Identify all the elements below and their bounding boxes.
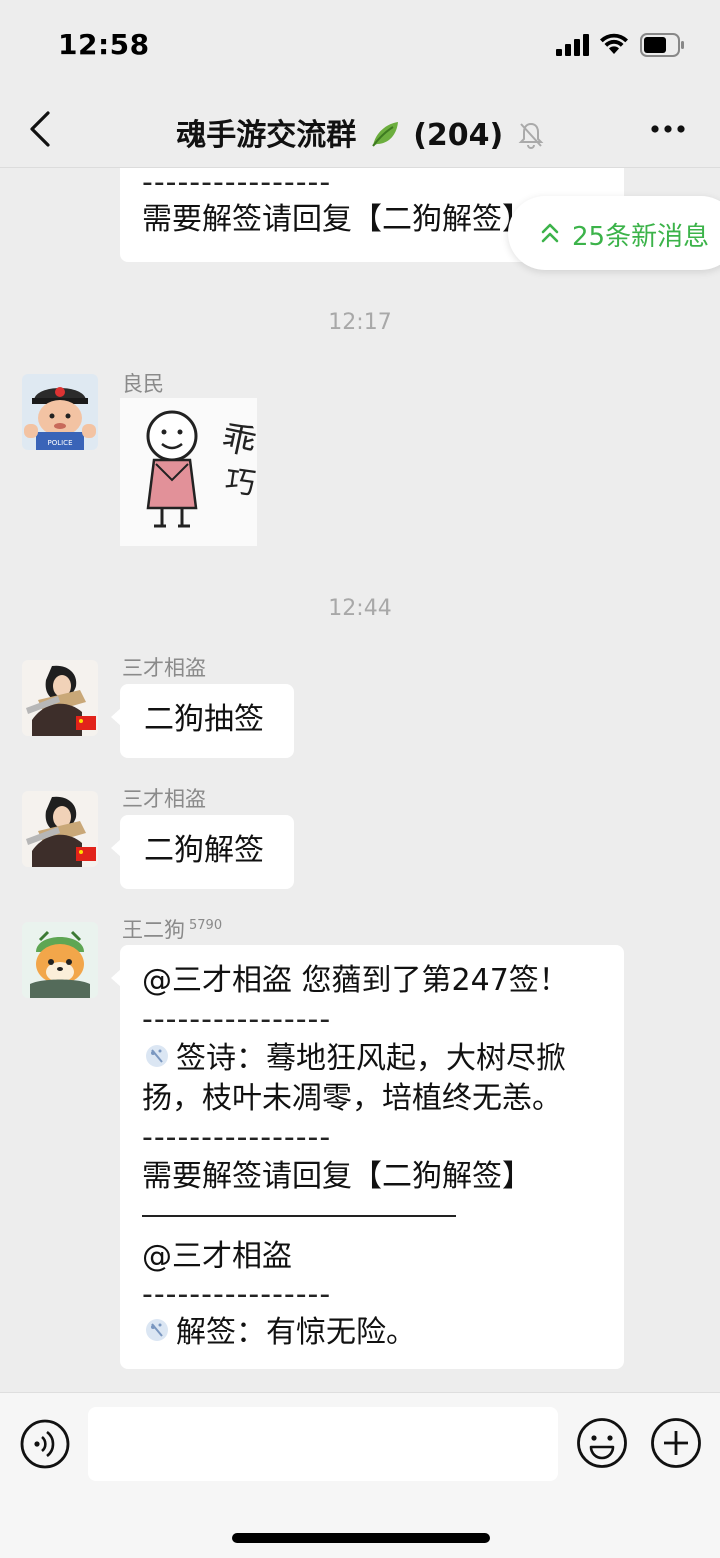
poem-line-1: 签诗：蓦地狂风起，大树尽掀 [142,1039,602,1079]
sender-name: 三才相盗 [122,656,206,680]
message-input[interactable] [88,1407,558,1481]
wifi-icon [600,33,628,54]
reply-hint: 需要解签请回复【二狗解签】 [142,1159,532,1194]
message-text: 二狗解签 [144,833,264,868]
police-avatar-icon: POLICE [22,374,98,450]
divider-line [142,1215,456,1217]
avatar[interactable]: POLICE [22,374,98,450]
message-list[interactable]: ---------------- 需要解签请回复【二狗解签】 12:17 POL… [0,168,720,1392]
timestamp: 12:17 [328,310,392,335]
member-count: (204) [413,118,504,153]
sticker-message[interactable]: 乖 巧 [120,398,260,546]
warrior-avatar-icon [22,660,98,736]
divider-text: ---------------- [142,1277,332,1312]
voice-icon[interactable] [20,1419,70,1469]
smiling-girl-sticker-icon: 乖 巧 [120,398,260,546]
shiba-dog-avatar-icon [22,922,98,998]
sender-name-text: 王二狗 [122,918,185,942]
input-bar [0,1392,720,1558]
message-bubble[interactable]: 二狗解签 [111,815,294,889]
group-name: 魂手游交流群 [176,118,357,153]
poem-text-1: 签诗：蓦地狂风起，大树尽掀 [176,1041,566,1076]
avatar[interactable] [22,922,98,998]
warrior-avatar-icon [22,791,98,867]
mention-line: @三才相盗 您蕕到了第247签！ [142,963,569,998]
interpretation-text: 解签：有惊无险。 [176,1315,416,1350]
new-messages-button[interactable]: 25条新消息 [508,196,720,270]
poem-text-2: 扬，枝叶未凋零，培植终无恙。 [142,1081,562,1116]
bubble-arrow [111,969,121,987]
chat-screen: 12:58 魂手游交流群 (204) ---------------- 需要解签… [0,0,720,1558]
avatar[interactable] [22,660,98,736]
emoji-icon[interactable] [576,1417,628,1469]
avatar[interactable] [22,791,98,867]
mention-text: @三才相盗 [142,1239,292,1274]
mute-bell-icon [518,122,544,149]
sender-name: 良民 [122,372,164,396]
sticker-caption-char-2: 巧 [223,463,257,502]
divider-text: ---------------- [142,168,332,200]
leaf-icon [371,122,398,147]
fortune-stick-icon [146,1319,168,1341]
chat-title[interactable]: 魂手游交流群 (204) [0,110,720,154]
more-icon[interactable] [650,124,686,134]
signal-icon [556,34,589,56]
sender-badge: 5790 [189,918,223,933]
divider-text: ---------------- [142,1002,332,1037]
double-chevron-up-icon [541,223,559,243]
message-bubble[interactable]: 二狗抽签 [111,684,294,758]
plus-icon[interactable] [650,1417,702,1469]
battery-icon [640,33,684,57]
nav-bar: 魂手游交流群 (204) [0,90,720,168]
new-messages-label: 25条新消息 [572,222,710,252]
fortune-stick-icon [146,1045,168,1067]
sender-name: 三才相盗 [122,787,206,811]
interpretation-line: 解签：有惊无险。 [142,1313,602,1353]
bubble-arrow [111,839,121,857]
timestamp: 12:44 [328,596,392,621]
sender-name: 王二狗 5790 [122,914,222,944]
status-time: 12:58 [58,28,150,61]
message-text: 二狗抽签 [144,702,264,737]
bubble-arrow [111,708,121,726]
home-indicator[interactable] [232,1533,490,1543]
status-bar: 12:58 [0,0,720,90]
svg-text:POLICE: POLICE [47,439,72,447]
message-bubble[interactable]: @三才相盗 您蕕到了第247签！ ---------------- 签诗：蓦地狂… [111,945,624,1369]
divider-text: ---------------- [142,1120,332,1155]
